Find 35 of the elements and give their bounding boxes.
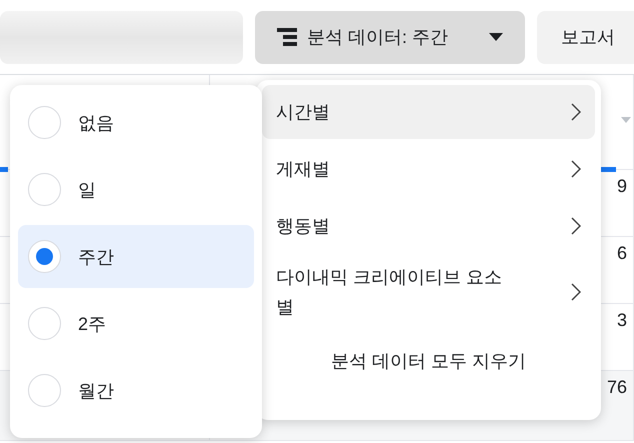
- radio-button[interactable]: [28, 173, 61, 206]
- table-cell-text: 76: [606, 376, 628, 398]
- option-label: 2주: [78, 312, 106, 336]
- sort-icon: [621, 117, 631, 123]
- period-option[interactable]: 2주: [18, 292, 254, 355]
- table-cell-text: 6: [616, 242, 628, 264]
- breakdown-icon: [277, 28, 297, 46]
- radio-button[interactable]: [28, 106, 61, 139]
- column-highlight: [0, 167, 8, 172]
- clear-button[interactable]: 분석 데이터 모두 지우기: [318, 341, 538, 381]
- menu-item[interactable]: 다이내믹 크리에이티브 요소별: [262, 256, 595, 328]
- caret-icon: [489, 33, 503, 41]
- radio-button[interactable]: [28, 240, 61, 273]
- breakdown-button[interactable]: 분석 데이터: 주간: [255, 10, 525, 64]
- radio-button[interactable]: [28, 307, 61, 340]
- chevron-right-icon: [571, 283, 581, 301]
- radio-button[interactable]: [28, 374, 61, 407]
- chevron-right-icon: [571, 217, 581, 235]
- menu-item[interactable]: 게재별: [262, 142, 595, 196]
- table-cell-text: 9: [616, 175, 628, 197]
- chevron-right-icon: [571, 160, 581, 178]
- period-option[interactable]: 월간: [18, 359, 254, 422]
- menu-item[interactable]: 시간별: [262, 85, 595, 139]
- report-button[interactable]: 보고서: [537, 10, 634, 64]
- column-highlight: [600, 167, 616, 172]
- period-option[interactable]: 일: [18, 158, 254, 221]
- period-option[interactable]: 주간: [18, 225, 254, 288]
- chevron-right-icon: [571, 103, 581, 121]
- option-label: 없음: [78, 112, 114, 134]
- table-cell-text: 3: [616, 309, 628, 331]
- option-label: 주간: [78, 246, 114, 268]
- option-label: 월간: [78, 380, 114, 402]
- menu-item[interactable]: 행동별: [262, 199, 595, 253]
- option-label: 일: [78, 178, 96, 202]
- period-option[interactable]: 없음: [18, 91, 254, 154]
